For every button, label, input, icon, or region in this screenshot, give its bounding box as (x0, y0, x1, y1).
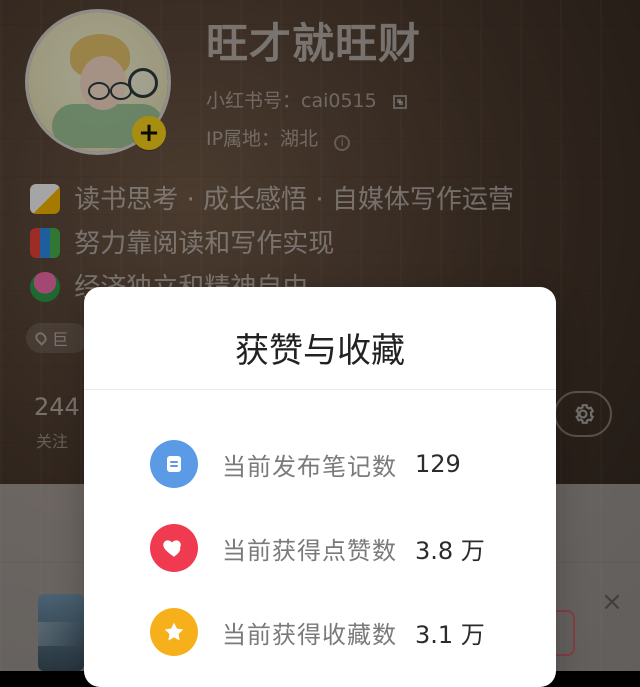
modal-row-collections: 当前获得收藏数 3.1 万 (150, 602, 536, 662)
modal-row-label: 当前发布笔记数 (222, 452, 397, 481)
heart-icon-glyph (163, 540, 181, 557)
modal-divider (84, 389, 556, 390)
modal-row-notes: 当前发布笔记数 129 (150, 434, 536, 494)
note-icon-glyph (167, 456, 181, 472)
modal-row-label: 当前获得点赞数 (222, 536, 397, 565)
modal-row-value: 3.8 万 (415, 536, 485, 565)
modal-row-likes: 当前获得点赞数 3.8 万 (150, 518, 536, 578)
star-icon-glyph (164, 622, 184, 641)
likes-and-collections-modal: 获赞与收藏 当前发布笔记数 129 当前获得点赞数 3.8 万 当前获得收藏数 (84, 287, 556, 687)
note-icon (150, 440, 198, 488)
heart-icon (150, 524, 198, 572)
modal-title: 获赞与收藏 (235, 331, 405, 371)
modal-row-value: 3.1 万 (415, 620, 485, 649)
modal-row-label: 当前获得收藏数 (222, 620, 397, 649)
modal-row-value: 129 (415, 450, 461, 478)
star-icon (150, 608, 198, 656)
